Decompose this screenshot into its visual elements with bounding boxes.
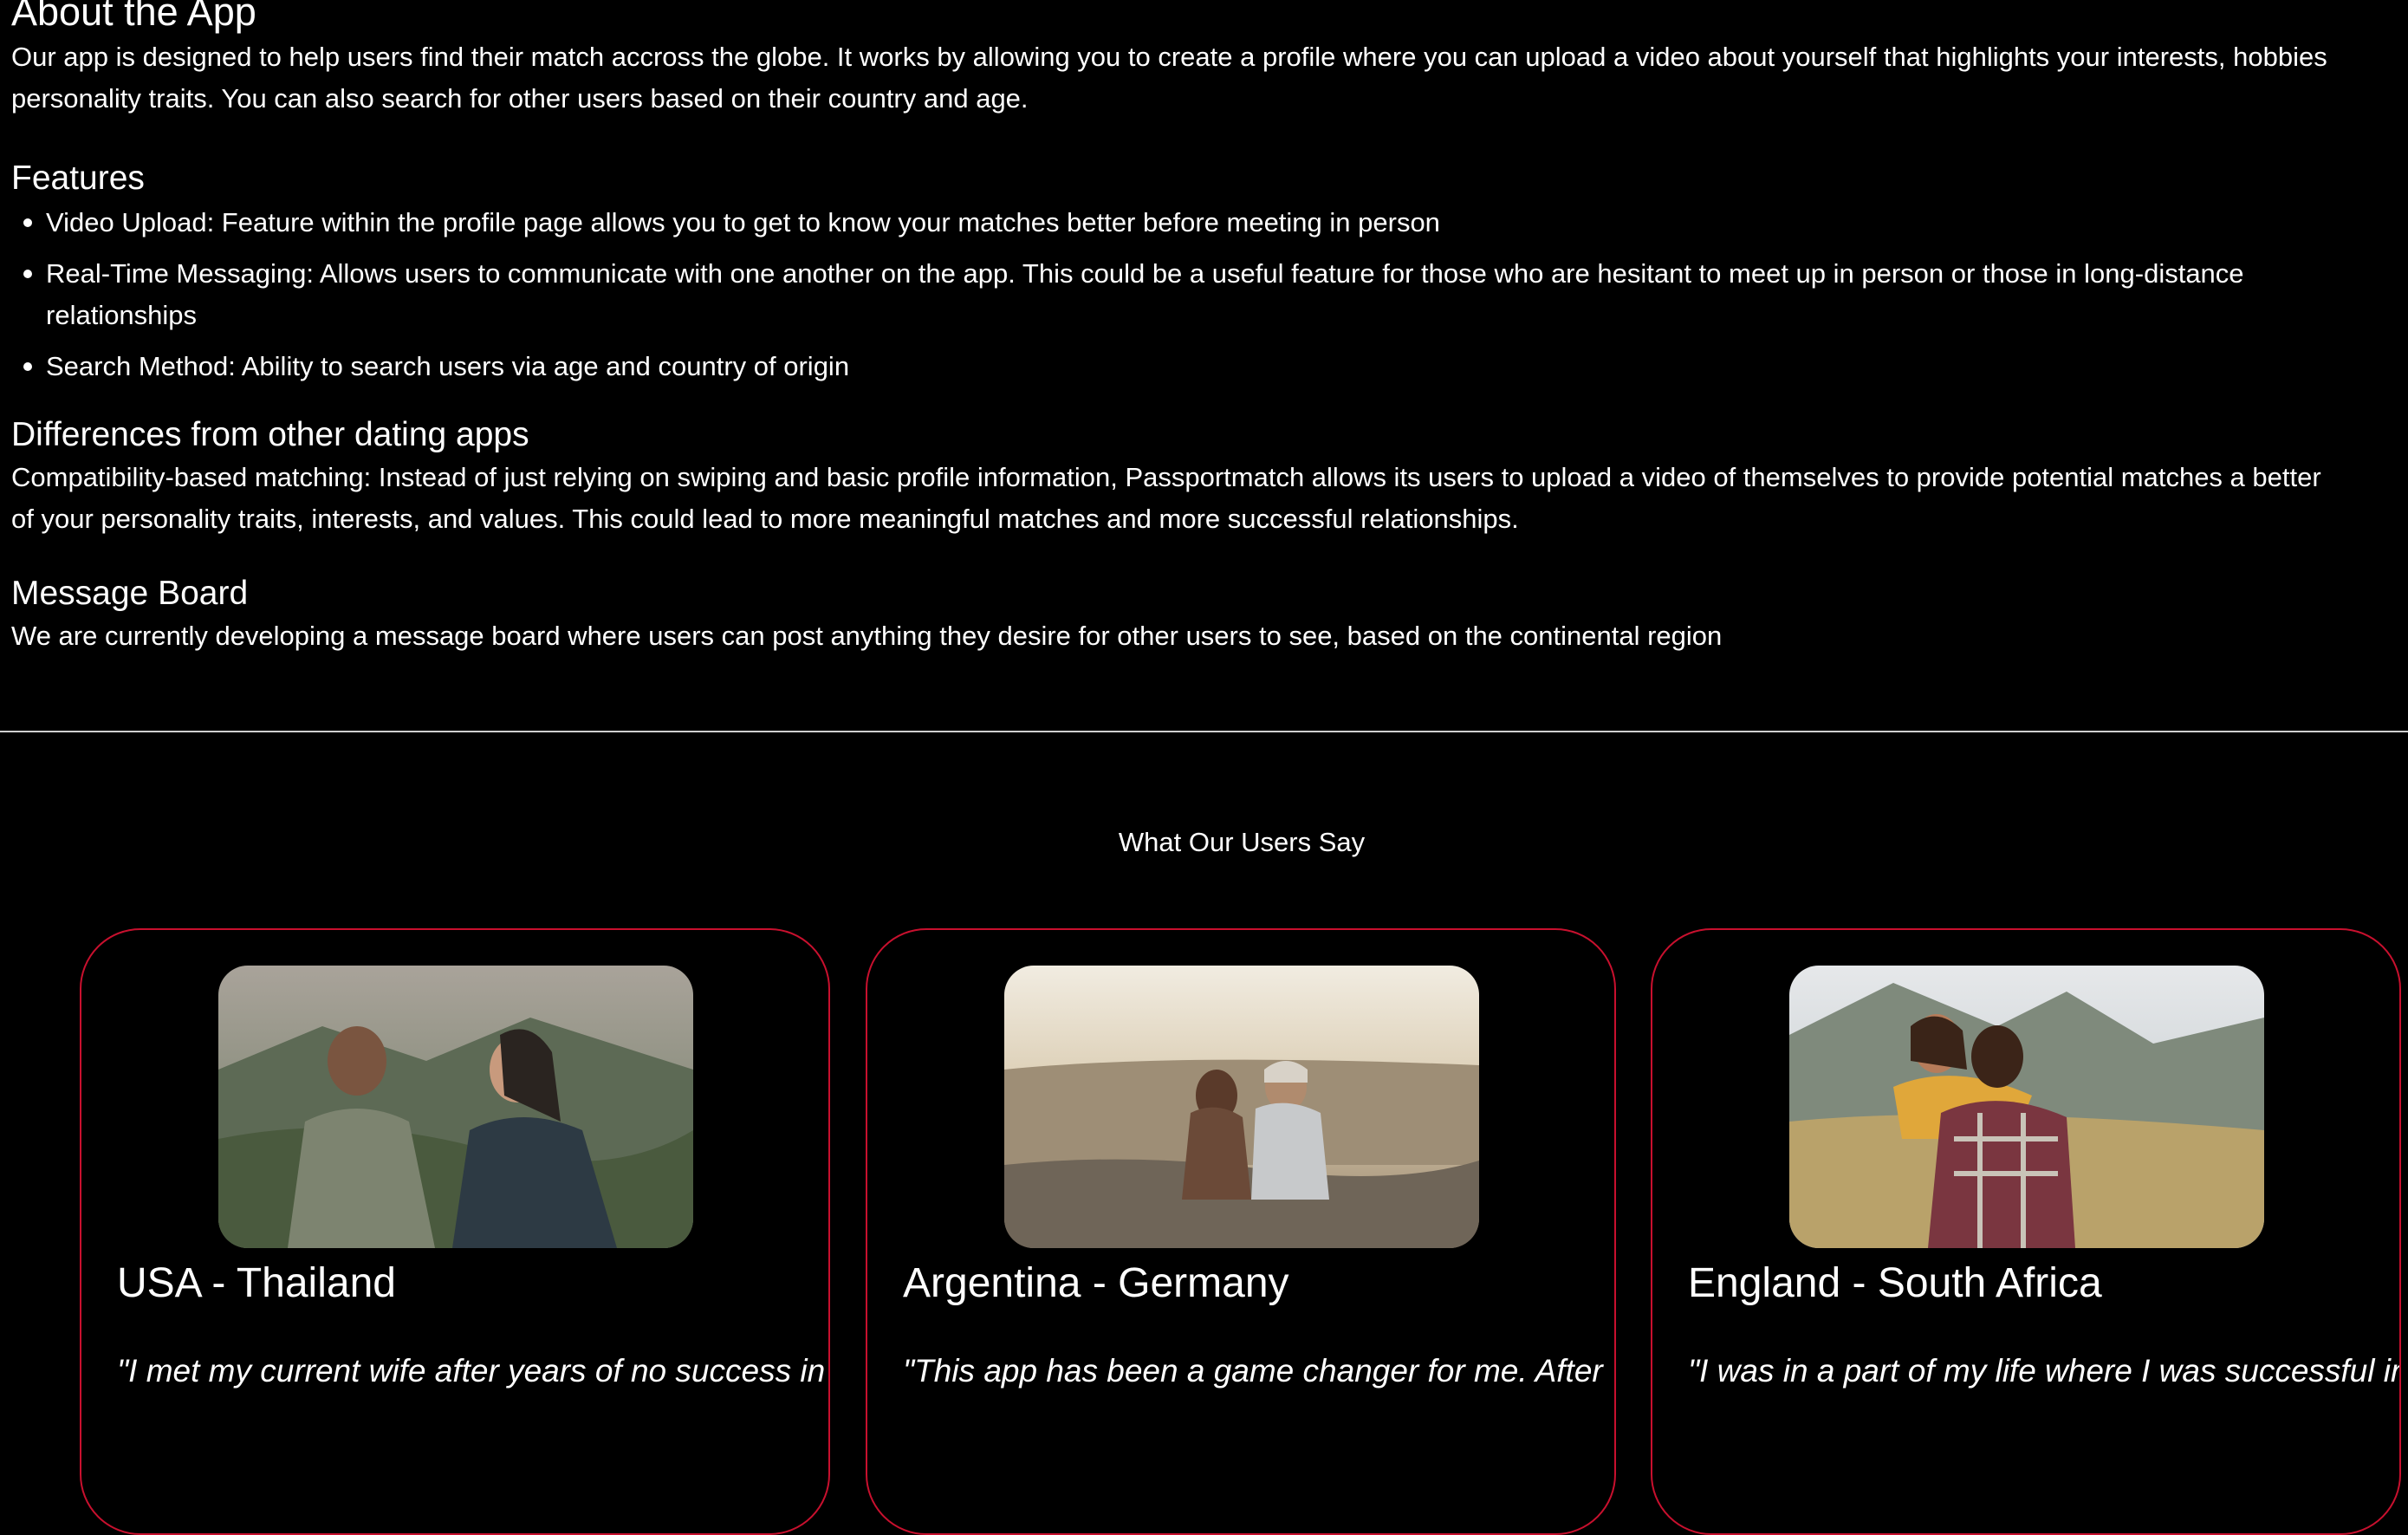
feature-item-video-upload: Video Upload: Feature within the profile…: [23, 202, 2408, 244]
testimonial-quote: "I was in a part of my life where I was …: [1688, 1353, 2401, 1389]
feature-item-real-time-messaging: Real-Time Messaging: Allows users to com…: [23, 253, 2408, 336]
feature-text: Search Method: Ability to search users v…: [46, 351, 850, 381]
differences-line-1: Compatibility-based matching: Instead of…: [11, 462, 2321, 492]
about-intro: Our app is designed to help users find t…: [11, 36, 2408, 120]
testimonial-card-usa-thailand: USA - Thailand "I met my current wife af…: [80, 928, 830, 1535]
about-title: About the App: [11, 0, 256, 34]
bullet-icon: [23, 218, 32, 227]
section-divider: [0, 731, 2408, 732]
about-section: About the App Our app is designed to hel…: [11, 0, 2408, 657]
couple-photo: [218, 966, 693, 1248]
feature-text: Real-Time Messaging: Allows users to com…: [46, 258, 2244, 289]
feature-text: Video Upload: Feature within the profile…: [46, 207, 1440, 237]
features-list: Video Upload: Feature within the profile…: [11, 202, 2408, 387]
differences-text: Compatibility-based matching: Instead of…: [11, 457, 2408, 540]
bullet-icon: [23, 362, 32, 371]
testimonial-title: Argentina - Germany: [903, 1260, 1289, 1306]
testimonial-card-england-south-africa: England - South Africa "I was in a part …: [1651, 928, 2401, 1535]
testimonial-quote: "I met my current wife after years of no…: [117, 1353, 826, 1389]
bullet-icon: [23, 270, 32, 278]
testimonial-quote: "This app has been a game changer for me…: [903, 1353, 1603, 1389]
couple-photo: [1789, 966, 2264, 1248]
testimonial-title: USA - Thailand: [117, 1260, 396, 1306]
features-title: Features: [11, 159, 145, 197]
testimonial-title: England - South Africa: [1688, 1260, 2102, 1306]
differences-title: Differences from other dating apps: [11, 416, 529, 453]
message-board-text: We are currently developing a message bo…: [11, 621, 1723, 651]
feature-text-continued: relationships: [46, 300, 198, 330]
couple-photo: [1004, 966, 1479, 1248]
about-intro-line-1: Our app is designed to help users find t…: [11, 42, 2327, 72]
message-board-title: Message Board: [11, 575, 249, 612]
feature-item-search-method: Search Method: Ability to search users v…: [23, 346, 2408, 387]
testimonial-card-argentina-germany: Argentina - Germany "This app has been a…: [866, 928, 1616, 1535]
testimonials-title: What Our Users Say: [1118, 827, 1366, 857]
differences-line-2: of your personality traits, interests, a…: [11, 504, 1519, 534]
about-intro-line-2: personality traits. You can also search …: [11, 83, 1029, 114]
